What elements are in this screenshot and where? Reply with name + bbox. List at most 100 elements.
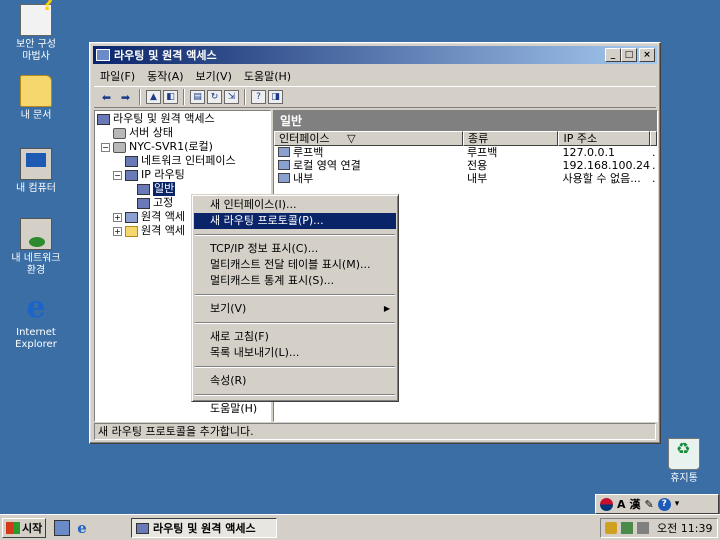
menu-separator <box>195 394 395 396</box>
desktop-icon-label: 내 네트워크 환경 <box>11 253 61 276</box>
cell-type: 루프백 <box>467 146 498 159</box>
menu-separator <box>195 234 395 236</box>
menu-item-properties[interactable]: 속성(R) <box>194 373 396 389</box>
forward-arrow-icon[interactable]: ➡ <box>117 89 134 105</box>
desktop-icon-security-wizard[interactable]: 보안 구성 마법사 <box>1 0 71 63</box>
column-type[interactable]: 종류 <box>462 131 559 146</box>
desktop-icon-internet-explorer[interactable]: e Internet Explorer <box>1 292 71 351</box>
back-arrow-icon[interactable]: ⬅ <box>98 89 115 105</box>
help-icon[interactable]: ? <box>251 90 266 104</box>
menu-item-export-list[interactable]: 목록 내보내기(L)... <box>194 345 396 361</box>
tree-item-general[interactable]: 일반 <box>137 182 176 196</box>
interface-icon <box>278 147 290 157</box>
security-shield-icon[interactable] <box>605 522 617 534</box>
korean-ime-icon[interactable] <box>600 497 613 511</box>
show-hide-tree-icon[interactable]: ◧ <box>163 90 178 104</box>
title-bar[interactable]: 라우팅 및 원격 액세스 _ □ × <box>93 46 657 64</box>
menu-item-show-multicast-stats[interactable]: 멀티캐스트 통계 표시(S)... <box>194 273 396 289</box>
langbar-options-icon[interactable]: ▾ <box>675 499 680 509</box>
desktop-icon-recycle-bin[interactable]: 휴지통 <box>649 438 719 485</box>
menu-separator <box>195 366 395 368</box>
routing-icon <box>97 113 110 125</box>
menu-help[interactable]: 도움말(H) <box>238 68 297 84</box>
tree-item-static[interactable]: 고정 <box>137 196 173 210</box>
my-documents-icon <box>20 75 52 107</box>
desktop-icon-my-documents[interactable]: 내 문서 <box>1 75 71 122</box>
network-icon[interactable] <box>621 522 633 534</box>
console-icon[interactable]: ◨ <box>268 90 283 104</box>
general-icon <box>137 183 150 195</box>
ime-pad-icon[interactable]: ✎ <box>645 498 654 511</box>
status-bar: 새 라우팅 프로토콜을 추가합니다. <box>94 423 656 440</box>
keyboard-icon[interactable] <box>637 522 649 534</box>
toolbar: ⬅ ➡ ▲ ◧ ▤ ↻ ⇲ ? ◨ <box>94 86 656 108</box>
tree-item-server-status[interactable]: 서버 상태 <box>113 126 173 140</box>
help-icon[interactable]: ? <box>657 497 671 511</box>
menu-view[interactable]: 보기(V) <box>190 68 238 84</box>
show-desktop-icon[interactable] <box>54 520 70 536</box>
cell-interface: 내부 <box>293 172 314 185</box>
export-list-icon[interactable]: ⇲ <box>224 90 239 104</box>
task-label: 라우팅 및 원격 액세스 <box>153 522 256 535</box>
close-button[interactable]: × <box>639 48 655 62</box>
windows-logo-icon <box>6 522 20 534</box>
collapse-icon[interactable]: − <box>113 170 122 180</box>
remote-access-policy-icon <box>125 211 138 223</box>
toolbar-separator <box>139 89 141 105</box>
menu-item-label: 보기(V) <box>210 302 247 315</box>
menu-item-help[interactable]: 도움말(H) <box>194 401 396 417</box>
properties-icon[interactable]: ▤ <box>190 90 205 104</box>
menu-item-new-interface[interactable]: 새 인터페이스(I)... <box>194 197 396 213</box>
tree-item-server[interactable]: − NYC-SVR1(로컬) <box>101 140 213 154</box>
tree-item-label: 일반 <box>153 182 176 196</box>
up-folder-icon[interactable]: ▲ <box>146 90 161 104</box>
system-tray: 오전 11:39 <box>600 518 718 538</box>
hanja-mode[interactable]: 漢 <box>630 496 641 512</box>
toolbar-separator <box>244 89 246 105</box>
desktop-icon-network-places[interactable]: 내 네트워크 환경 <box>1 218 71 277</box>
refresh-icon[interactable]: ↻ <box>207 90 222 104</box>
table-row[interactable]: 내부 내부 사용할 수 없음... . <box>274 172 657 185</box>
start-button[interactable]: 시작 <box>2 518 46 538</box>
cell-extra: . <box>652 172 656 185</box>
menu-file[interactable]: 파일(F) <box>94 68 141 84</box>
menu-action[interactable]: 동작(A) <box>141 68 189 84</box>
network-places-icon <box>20 218 52 250</box>
desktop-icon-my-computer[interactable]: 내 컴퓨터 <box>1 148 71 195</box>
internet-explorer-icon[interactable]: e <box>74 520 90 536</box>
minimize-button[interactable]: _ <box>605 48 621 62</box>
expand-icon[interactable]: + <box>113 212 122 222</box>
menu-item-new-routing-protocol[interactable]: 새 라우팅 프로토콜(P)... <box>194 213 396 229</box>
table-row[interactable]: 로컬 영역 연결 전용 192.168.100.24 . <box>274 159 657 172</box>
tree-item-remote-access-logging[interactable]: + 원격 액세 <box>113 224 185 238</box>
column-interface[interactable]: 인터페이스 ▽ <box>274 131 463 146</box>
expand-icon[interactable]: + <box>113 226 122 236</box>
tree-item-ip-routing[interactable]: − IP 라우팅 <box>113 168 185 182</box>
menu-item-view[interactable]: 보기(V) ▶ <box>194 301 396 317</box>
cell-interface: 로컬 영역 연결 <box>293 159 361 172</box>
taskbar: 시작 e 라우팅 및 원격 액세스 오전 11:39 <box>0 514 720 540</box>
desktop-icon-label: Internet Explorer <box>15 327 57 350</box>
tree-item-network-interfaces[interactable]: 네트워크 인터페이스 <box>125 154 236 168</box>
start-label: 시작 <box>22 522 43 535</box>
table-row[interactable]: 루프백 루프백 127.0.0.1 . <box>274 146 657 159</box>
collapse-icon[interactable]: − <box>101 142 110 152</box>
desktop-icon-label: 내 컴퓨터 <box>16 183 56 194</box>
tree-item-label: 네트워크 인터페이스 <box>141 154 236 167</box>
maximize-button[interactable]: □ <box>621 48 637 62</box>
cell-ip: 사용할 수 없음... <box>562 172 641 185</box>
menu-item-show-tcpip-info[interactable]: TCP/IP 정보 표시(C)... <box>194 241 396 257</box>
taskbar-item-rras[interactable]: 라우팅 및 원격 액세스 <box>131 518 277 538</box>
menu-item-refresh[interactable]: 새로 고침(F) <box>194 329 396 345</box>
menu-item-show-multicast-forwarding[interactable]: 멀티캐스트 전달 테이블 표시(M)... <box>194 257 396 273</box>
tree-item-rras-root[interactable]: 라우팅 및 원격 액세스 <box>97 112 215 126</box>
input-mode-a[interactable]: A <box>617 498 626 511</box>
clock[interactable]: 오전 11:39 <box>657 520 712 536</box>
window-title: 라우팅 및 원격 액세스 <box>114 49 217 62</box>
cell-ip: 192.168.100.24 <box>562 159 650 172</box>
column-extra[interactable] <box>650 131 657 146</box>
column-ip-address[interactable]: IP 주소 <box>558 131 651 146</box>
sort-indicator-icon: ▽ <box>347 132 356 145</box>
column-label: 인터페이스 <box>279 132 330 145</box>
tree-item-remote-access-policy[interactable]: + 원격 액세 <box>113 210 185 224</box>
